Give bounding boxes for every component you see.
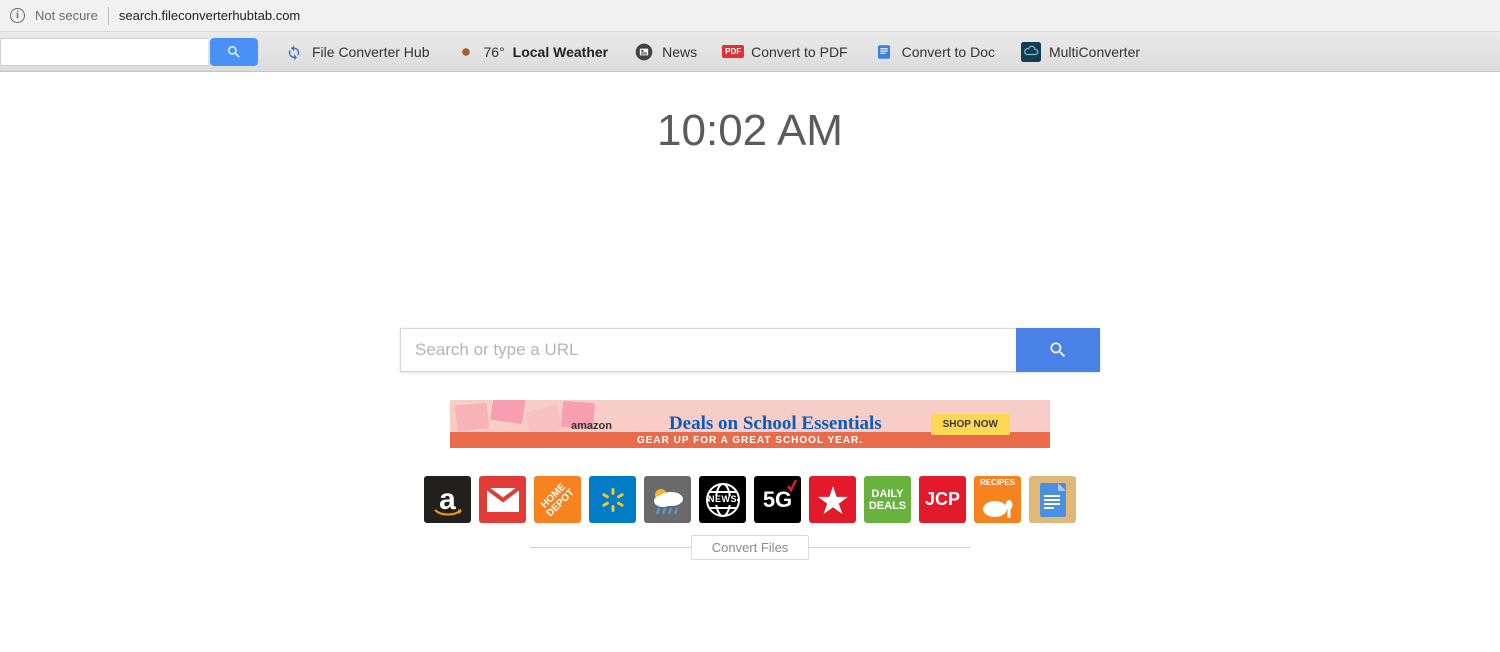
security-label: Not secure <box>35 8 98 23</box>
sun-icon <box>456 42 476 62</box>
shortcut-tiles: a HOME DEPOT NEWS 5G <box>415 476 1085 523</box>
toolbar-link-weather[interactable]: 76° Local Weather <box>456 42 609 62</box>
toolbar-link-label: Convert to PDF <box>751 44 847 60</box>
news-icon <box>634 42 654 62</box>
mini-search <box>0 32 258 72</box>
ad-text: Deals on School Essentials <box>620 414 931 434</box>
search-icon <box>1048 340 1068 360</box>
url-host: search.fileconverterhubtab.com <box>119 8 300 23</box>
info-icon[interactable]: i <box>10 8 25 23</box>
check-icon <box>787 480 797 492</box>
toolbar-link-news[interactable]: News <box>634 42 697 62</box>
tile-gmail[interactable] <box>479 476 526 523</box>
section-divider-convert: Convert Files <box>530 535 970 560</box>
divider-line <box>530 547 691 548</box>
main-search <box>400 328 1100 372</box>
toolbar-link-doc[interactable]: Convert to Doc <box>874 42 995 62</box>
tile-label: RECIPES <box>980 479 1015 487</box>
tile-label: JCP <box>925 490 960 509</box>
tile-docs[interactable] <box>1029 476 1076 523</box>
document-icon <box>1038 481 1068 519</box>
browser-url-bar: i Not secure search.fileconverterhubtab.… <box>0 0 1500 32</box>
ad-banner[interactable]: amazon Deals on School Essentials SHOP N… <box>450 400 1050 448</box>
doc-icon <box>874 42 894 62</box>
mini-search-button[interactable] <box>210 38 258 66</box>
refresh-icon <box>284 42 304 62</box>
tile-weather[interactable] <box>644 476 691 523</box>
clock-display: 10:02 AM <box>0 106 1500 156</box>
tile-5g[interactable]: 5G <box>754 476 801 523</box>
toolbar-link-label: Convert to Doc <box>902 44 995 60</box>
weather-icon <box>649 485 687 515</box>
star-icon <box>817 484 849 516</box>
tile-homedepot[interactable]: HOME DEPOT <box>534 476 581 523</box>
cloud-icon <box>1021 42 1041 62</box>
convert-files-chip[interactable]: Convert Files <box>691 535 810 560</box>
amazon-smile-icon <box>434 509 462 517</box>
toolbar-link-label: Local Weather <box>513 44 608 60</box>
tile-news[interactable]: NEWS <box>699 476 746 523</box>
toolbar-link-hub[interactable]: File Converter Hub <box>284 42 430 62</box>
search-icon <box>226 44 242 60</box>
main-search-button[interactable] <box>1016 328 1100 372</box>
mail-icon <box>487 488 519 512</box>
toolbar-link-multi[interactable]: MultiConverter <box>1021 42 1140 62</box>
toolbar-link-label: News <box>662 44 697 60</box>
tile-label: HOME DEPOT <box>534 476 581 523</box>
toolbar-link-pdf[interactable]: PDF Convert to PDF <box>723 42 847 62</box>
plate-spoon-icon <box>981 499 1015 519</box>
ad-title: Deals on School Essentials <box>620 414 931 434</box>
tile-amazon[interactable]: a <box>424 476 471 523</box>
mini-search-input[interactable] <box>0 38 208 66</box>
weather-temp: 76° <box>484 44 505 60</box>
pdf-icon: PDF <box>723 42 743 62</box>
ad-brand: amazon <box>571 420 612 432</box>
walmart-spark-icon <box>599 486 627 514</box>
tile-recipes[interactable]: RECIPES <box>974 476 1021 523</box>
divider-line <box>809 547 970 548</box>
page-url[interactable]: search.fileconverterhubtab.com <box>119 8 300 23</box>
tile-jcp[interactable]: JCP <box>919 476 966 523</box>
tile-dailydeals[interactable]: DAILY DEALS <box>864 476 911 523</box>
ad-cta-button[interactable]: SHOP NOW <box>931 414 1010 435</box>
tile-macys[interactable] <box>809 476 856 523</box>
tile-walmart[interactable] <box>589 476 636 523</box>
extension-toolbar: File Converter Hub 76° Local Weather New… <box>0 32 1500 72</box>
main-search-input[interactable] <box>400 328 1016 372</box>
toolbar-link-label: MultiConverter <box>1049 44 1140 60</box>
tile-label: DAILY DEALS <box>864 488 911 512</box>
tile-label: NEWS <box>708 495 737 504</box>
divider <box>108 7 109 25</box>
toolbar-link-label: File Converter Hub <box>312 44 430 60</box>
